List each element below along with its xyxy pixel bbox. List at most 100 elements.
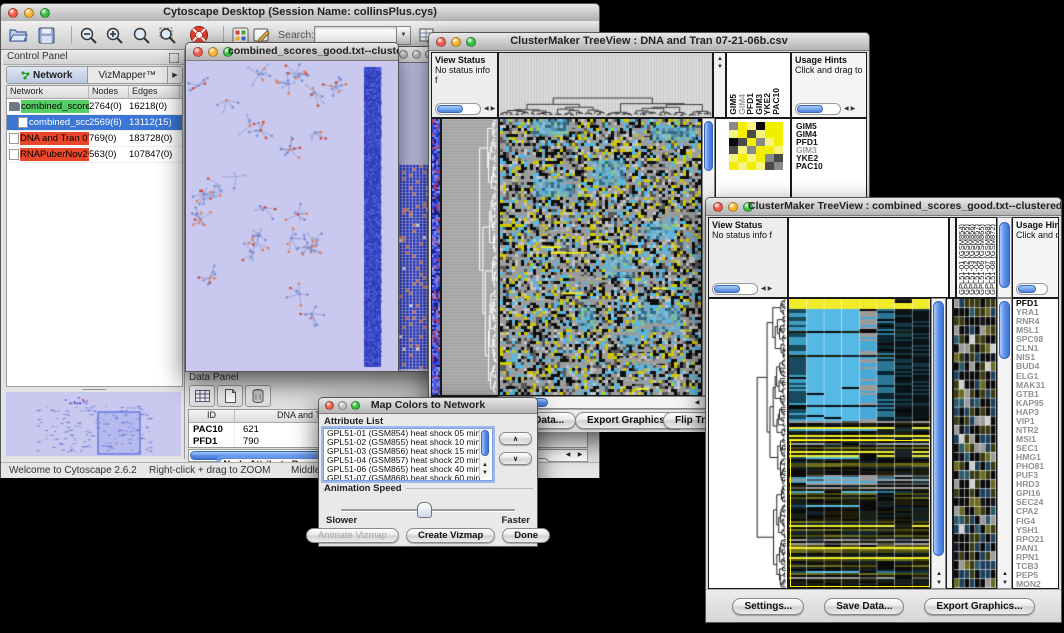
save-icon[interactable] (35, 24, 57, 46)
close-icon[interactable] (193, 47, 203, 57)
column-header[interactable]: Edges (129, 86, 180, 98)
matrix-cell[interactable] (747, 138, 756, 146)
matrix-cell[interactable] (747, 162, 756, 170)
matrix-cell[interactable] (738, 162, 747, 170)
network-window-titlebar[interactable]: combined_scores_good.txt--cluste... (186, 43, 398, 61)
matrix-cell[interactable] (729, 138, 738, 146)
matrix-cell[interactable] (747, 122, 756, 130)
tab-overflow-icon[interactable]: ▶ (168, 67, 182, 83)
treeview1-titlebar[interactable]: ClusterMaker TreeView : DNA and Tran 07-… (429, 33, 869, 51)
scroll-down-icon[interactable]: ▼ (1000, 579, 1010, 587)
attribute-list-scrollbar[interactable]: ▲ ▼ (479, 429, 490, 478)
tv2-labels-vscrollbar[interactable] (997, 217, 1012, 298)
scroll-down-icon[interactable]: ▼ (934, 579, 944, 587)
tv2-zoom-heatmap[interactable] (953, 298, 997, 589)
zoom-selected-icon[interactable] (156, 24, 178, 46)
matrix-cell[interactable] (738, 138, 747, 146)
matrix-cell[interactable] (747, 154, 756, 162)
tv1-zoom-matrix[interactable] (729, 122, 783, 170)
minimize-icon[interactable] (728, 202, 738, 212)
zoom-in-icon[interactable] (103, 24, 125, 46)
matrix-cell[interactable] (756, 138, 765, 146)
scroll-up-icon[interactable]: ▲ (715, 55, 725, 63)
zoom-fit-icon[interactable] (130, 24, 152, 46)
search-dropdown-icon[interactable]: ▼ (396, 26, 411, 45)
matrix-cell[interactable] (738, 130, 747, 138)
scroll-up-icon[interactable]: ▲ (934, 570, 944, 578)
speed-slider-thumb[interactable] (417, 502, 432, 518)
close-icon[interactable] (713, 202, 723, 212)
matrix-cell[interactable] (747, 130, 756, 138)
tab-network[interactable]: Network (7, 67, 88, 83)
splitter-handle[interactable] (4, 388, 183, 391)
float-panel-icon[interactable] (169, 53, 179, 63)
matrix-cell[interactable] (729, 130, 738, 138)
move-down-button[interactable]: ∨ (499, 452, 532, 465)
matrix-cell[interactable] (729, 146, 738, 154)
done-button[interactable]: Done (502, 528, 550, 543)
matrix-cell[interactable] (774, 138, 783, 146)
scroll-down-icon[interactable]: ▼ (715, 63, 725, 71)
animate-vizmap-button[interactable]: Animate Vizmap (306, 528, 399, 543)
matrix-cell[interactable] (765, 130, 774, 138)
tab-vizmapper[interactable]: VizMapper™ (88, 67, 169, 83)
attribute-list[interactable]: GPL51-01 (GSM854) heat shock 05 minGPL51… (323, 428, 493, 481)
scroll-down-icon[interactable]: ▼ (480, 469, 490, 477)
scroll-left-icon[interactable]: ◀ (563, 451, 573, 459)
close-icon[interactable] (399, 50, 408, 59)
matrix-cell[interactable] (765, 162, 774, 170)
gene-label[interactable]: MON2 (1013, 580, 1058, 589)
birdseye-view[interactable] (6, 392, 181, 456)
column-header[interactable]: Nodes (89, 86, 129, 98)
tv1-gene-dendrogram[interactable] (441, 118, 499, 396)
tv1-status-scrollbar[interactable]: ◀▶ (435, 103, 497, 114)
tv1-global-heatmap[interactable] (499, 118, 702, 396)
matrix-cell[interactable] (729, 162, 738, 170)
tv2-gene-dendrogram[interactable] (708, 298, 788, 589)
table-grid-icon[interactable] (189, 385, 215, 407)
network-table-row[interactable]: combined_scores2764(0)16218(0) (7, 99, 182, 115)
network-table-row[interactable]: DNA and Tran 07769(0)183728(0) (7, 131, 182, 147)
trash-icon[interactable] (245, 385, 271, 407)
matrix-cell[interactable] (756, 146, 765, 154)
tv2-zoom-vscrollbar[interactable]: ▲ ▼ (997, 298, 1012, 589)
matrix-cell[interactable] (738, 122, 747, 130)
column-header[interactable]: ID (189, 410, 235, 422)
matrix-cell[interactable] (774, 162, 783, 170)
matrix-cell[interactable] (756, 130, 765, 138)
matrix-cell[interactable] (774, 130, 783, 138)
tv2-gene-list[interactable]: PFD1YRA1RNR4MSL1SPC98CLN1NIS1BUD4ELG1MAK… (1012, 298, 1059, 589)
matrix-cell[interactable] (756, 154, 765, 162)
create-vizmap-button[interactable]: Create Vizmap (406, 528, 495, 543)
matrix-cell[interactable] (756, 122, 765, 130)
matrix-cell[interactable] (765, 138, 774, 146)
scroll-left-icon[interactable]: ◀ (692, 399, 702, 407)
matrix-cell[interactable] (774, 154, 783, 162)
tv2-status-scrollbar[interactable]: ◀▶ (712, 283, 774, 294)
open-folder-icon[interactable] (7, 24, 29, 46)
settings-button[interactable]: Settings... (732, 598, 804, 615)
minimize-icon[interactable] (208, 47, 218, 57)
matrix-cell[interactable] (729, 154, 738, 162)
network-table-row[interactable]: RNAPuberNov2+563(0)107847(0) (7, 147, 182, 163)
matrix-cell[interactable] (729, 122, 738, 130)
matrix-cell[interactable] (765, 146, 774, 154)
tv2-column-label[interactable]: GPL51-08 (GSM872) (989, 224, 997, 295)
tv2-global-heatmap[interactable] (788, 298, 931, 589)
tv1-column-label[interactable]: PAC10 (772, 88, 781, 115)
matrix-cell[interactable] (756, 162, 765, 170)
network-canvas-view[interactable] (186, 61, 398, 371)
move-up-button[interactable]: ∧ (499, 432, 532, 445)
export-graphics-button[interactable]: Export Graphics... (924, 598, 1034, 615)
scroll-right-icon[interactable]: ▶ (575, 451, 585, 459)
tv1-row-label[interactable]: PAC10 (796, 162, 823, 170)
save-data-button[interactable]: Save Data... (824, 598, 904, 615)
main-titlebar[interactable]: Cytoscape Desktop (Session Name: collins… (1, 4, 599, 22)
tv2-usage-scrollbar[interactable] (1016, 283, 1048, 294)
tv2-heatmap-vscrollbar[interactable]: ▲ ▼ (931, 298, 946, 589)
matrix-cell[interactable] (774, 146, 783, 154)
zoom-out-icon[interactable] (77, 24, 99, 46)
matrix-cell[interactable] (774, 122, 783, 130)
minimize-icon[interactable] (412, 50, 421, 59)
attribute-list-item[interactable]: GPL51-07 (GSM868) heat shock 60 min (324, 474, 492, 481)
